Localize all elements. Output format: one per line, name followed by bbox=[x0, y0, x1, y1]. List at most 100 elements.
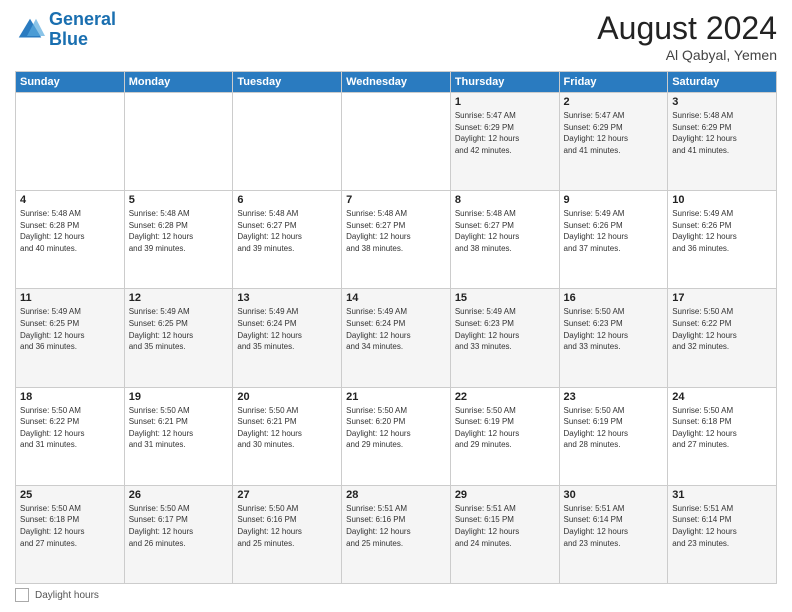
week-row-1: 4 Sunrise: 5:48 AM Sunset: 6:28 PM Daylig… bbox=[16, 191, 777, 289]
logo-line1: General bbox=[49, 9, 116, 29]
day-number: 8 bbox=[455, 194, 555, 206]
day-info: Sunrise: 5:50 AM Sunset: 6:22 PM Dayligh… bbox=[672, 306, 772, 352]
day-number: 11 bbox=[20, 292, 120, 304]
day-info: Sunrise: 5:51 AM Sunset: 6:14 PM Dayligh… bbox=[564, 503, 664, 549]
day-info: Sunrise: 5:49 AM Sunset: 6:26 PM Dayligh… bbox=[564, 208, 664, 254]
calendar-cell: 10Sunrise: 5:49 AM Sunset: 6:26 PM Dayli… bbox=[668, 191, 777, 289]
calendar-cell: 16 Sunrise: 5:50 AM Sunset: 6:23 PM Dayli… bbox=[559, 289, 668, 387]
calendar-cell: 6 Sunrise: 5:48 AM Sunset: 6:27 PM Daylig… bbox=[233, 191, 342, 289]
day-number: 9 bbox=[564, 194, 664, 206]
day-info: Sunrise: 5:47 AM Sunset: 6:29 PM Dayligh… bbox=[564, 110, 664, 156]
calendar-cell: 7Sunrise: 5:48 AM Sunset: 6:27 PM Daylig… bbox=[342, 191, 451, 289]
week-row-3: 18 Sunrise: 5:50 AM Sunset: 6:22 PM Dayli… bbox=[16, 387, 777, 485]
weekday-header-thursday: Thursday bbox=[450, 72, 559, 93]
calendar-cell: 9 Sunrise: 5:49 AM Sunset: 6:26 PM Daylig… bbox=[559, 191, 668, 289]
day-info: Sunrise: 5:50 AM Sunset: 6:22 PM Dayligh… bbox=[20, 405, 120, 451]
calendar-cell: 18 Sunrise: 5:50 AM Sunset: 6:22 PM Dayli… bbox=[16, 387, 125, 485]
day-info: Sunrise: 5:49 AM Sunset: 6:24 PM Dayligh… bbox=[237, 306, 337, 352]
location: Al Qabyal, Yemen bbox=[597, 47, 777, 63]
weekday-header-friday: Friday bbox=[559, 72, 668, 93]
footer: Daylight hours bbox=[15, 588, 777, 602]
month-title: August 2024 bbox=[597, 10, 777, 47]
calendar-cell: 25 Sunrise: 5:50 AM Sunset: 6:18 PM Dayli… bbox=[16, 485, 125, 583]
day-number: 4 bbox=[20, 194, 120, 206]
day-number: 14 bbox=[346, 292, 446, 304]
day-info: Sunrise: 5:50 AM Sunset: 6:18 PM Dayligh… bbox=[672, 405, 772, 451]
day-info: Sunrise: 5:50 AM Sunset: 6:20 PM Dayligh… bbox=[346, 405, 446, 451]
week-row-4: 25 Sunrise: 5:50 AM Sunset: 6:18 PM Dayli… bbox=[16, 485, 777, 583]
day-number: 10 bbox=[672, 194, 772, 206]
calendar-cell: 8 Sunrise: 5:48 AM Sunset: 6:27 PM Daylig… bbox=[450, 191, 559, 289]
calendar-cell: 15 Sunrise: 5:49 AM Sunset: 6:23 PM Dayli… bbox=[450, 289, 559, 387]
weekday-header-monday: Monday bbox=[124, 72, 233, 93]
day-number: 15 bbox=[455, 292, 555, 304]
calendar-cell: 4 Sunrise: 5:48 AM Sunset: 6:28 PM Daylig… bbox=[16, 191, 125, 289]
calendar-header: SundayMondayTuesdayWednesdayThursdayFrid… bbox=[16, 72, 777, 93]
day-number: 26 bbox=[129, 489, 229, 501]
calendar-cell: 13 Sunrise: 5:49 AM Sunset: 6:24 PM Dayli… bbox=[233, 289, 342, 387]
day-info: Sunrise: 5:48 AM Sunset: 6:28 PM Dayligh… bbox=[20, 208, 120, 254]
week-row-0: 1Sunrise: 5:47 AM Sunset: 6:29 PM Daylig… bbox=[16, 93, 777, 191]
week-row-2: 11 Sunrise: 5:49 AM Sunset: 6:25 PM Dayli… bbox=[16, 289, 777, 387]
day-number: 20 bbox=[237, 391, 337, 403]
day-info: Sunrise: 5:50 AM Sunset: 6:16 PM Dayligh… bbox=[237, 503, 337, 549]
calendar-cell: 24Sunrise: 5:50 AM Sunset: 6:18 PM Dayli… bbox=[668, 387, 777, 485]
day-number: 5 bbox=[129, 194, 229, 206]
calendar-cell: 23Sunrise: 5:50 AM Sunset: 6:19 PM Dayli… bbox=[559, 387, 668, 485]
day-info: Sunrise: 5:49 AM Sunset: 6:25 PM Dayligh… bbox=[129, 306, 229, 352]
calendar-cell: 5 Sunrise: 5:48 AM Sunset: 6:28 PM Daylig… bbox=[124, 191, 233, 289]
calendar-cell: 26 Sunrise: 5:50 AM Sunset: 6:17 PM Dayli… bbox=[124, 485, 233, 583]
logo-text: General Blue bbox=[49, 10, 116, 50]
day-number: 12 bbox=[129, 292, 229, 304]
daylight-box bbox=[15, 588, 29, 602]
calendar-cell: 1Sunrise: 5:47 AM Sunset: 6:29 PM Daylig… bbox=[450, 93, 559, 191]
day-number: 28 bbox=[346, 489, 446, 501]
calendar-cell: 3 Sunrise: 5:48 AM Sunset: 6:29 PM Daylig… bbox=[668, 93, 777, 191]
weekday-header-saturday: Saturday bbox=[668, 72, 777, 93]
day-info: Sunrise: 5:49 AM Sunset: 6:25 PM Dayligh… bbox=[20, 306, 120, 352]
day-number: 18 bbox=[20, 391, 120, 403]
day-info: Sunrise: 5:48 AM Sunset: 6:27 PM Dayligh… bbox=[237, 208, 337, 254]
calendar-cell: 17Sunrise: 5:50 AM Sunset: 6:22 PM Dayli… bbox=[668, 289, 777, 387]
day-info: Sunrise: 5:50 AM Sunset: 6:17 PM Dayligh… bbox=[129, 503, 229, 549]
day-number: 13 bbox=[237, 292, 337, 304]
day-number: 6 bbox=[237, 194, 337, 206]
calendar-cell: 31 Sunrise: 5:51 AM Sunset: 6:14 PM Dayli… bbox=[668, 485, 777, 583]
day-info: Sunrise: 5:51 AM Sunset: 6:15 PM Dayligh… bbox=[455, 503, 555, 549]
calendar-cell: 30 Sunrise: 5:51 AM Sunset: 6:14 PM Dayli… bbox=[559, 485, 668, 583]
calendar-cell: 14 Sunrise: 5:49 AM Sunset: 6:24 PM Dayli… bbox=[342, 289, 451, 387]
day-info: Sunrise: 5:48 AM Sunset: 6:29 PM Dayligh… bbox=[672, 110, 772, 156]
day-info: Sunrise: 5:48 AM Sunset: 6:27 PM Dayligh… bbox=[455, 208, 555, 254]
day-info: Sunrise: 5:51 AM Sunset: 6:16 PM Dayligh… bbox=[346, 503, 446, 549]
calendar-cell: 27Sunrise: 5:50 AM Sunset: 6:16 PM Dayli… bbox=[233, 485, 342, 583]
day-info: Sunrise: 5:51 AM Sunset: 6:14 PM Dayligh… bbox=[672, 503, 772, 549]
day-number: 16 bbox=[564, 292, 664, 304]
calendar-cell: 29Sunrise: 5:51 AM Sunset: 6:15 PM Dayli… bbox=[450, 485, 559, 583]
logo-line2: Blue bbox=[49, 29, 88, 49]
day-number: 3 bbox=[672, 96, 772, 108]
day-number: 31 bbox=[672, 489, 772, 501]
calendar-body: 1Sunrise: 5:47 AM Sunset: 6:29 PM Daylig… bbox=[16, 93, 777, 584]
weekday-header-tuesday: Tuesday bbox=[233, 72, 342, 93]
day-info: Sunrise: 5:49 AM Sunset: 6:24 PM Dayligh… bbox=[346, 306, 446, 352]
calendar-cell: 20 Sunrise: 5:50 AM Sunset: 6:21 PM Dayli… bbox=[233, 387, 342, 485]
daylight-label: Daylight hours bbox=[35, 590, 99, 601]
day-info: Sunrise: 5:48 AM Sunset: 6:28 PM Dayligh… bbox=[129, 208, 229, 254]
day-number: 22 bbox=[455, 391, 555, 403]
day-number: 25 bbox=[20, 489, 120, 501]
day-info: Sunrise: 5:47 AM Sunset: 6:29 PM Dayligh… bbox=[455, 110, 555, 156]
calendar-cell: 12 Sunrise: 5:49 AM Sunset: 6:25 PM Dayli… bbox=[124, 289, 233, 387]
day-info: Sunrise: 5:50 AM Sunset: 6:23 PM Dayligh… bbox=[564, 306, 664, 352]
logo-icon bbox=[15, 15, 45, 45]
day-info: Sunrise: 5:49 AM Sunset: 6:23 PM Dayligh… bbox=[455, 306, 555, 352]
calendar-cell bbox=[124, 93, 233, 191]
calendar-cell: 19Sunrise: 5:50 AM Sunset: 6:21 PM Dayli… bbox=[124, 387, 233, 485]
day-info: Sunrise: 5:50 AM Sunset: 6:18 PM Dayligh… bbox=[20, 503, 120, 549]
day-number: 30 bbox=[564, 489, 664, 501]
calendar-cell: 28 Sunrise: 5:51 AM Sunset: 6:16 PM Dayli… bbox=[342, 485, 451, 583]
calendar-cell: 11 Sunrise: 5:49 AM Sunset: 6:25 PM Dayli… bbox=[16, 289, 125, 387]
day-info: Sunrise: 5:50 AM Sunset: 6:21 PM Dayligh… bbox=[129, 405, 229, 451]
day-info: Sunrise: 5:50 AM Sunset: 6:21 PM Dayligh… bbox=[237, 405, 337, 451]
day-number: 7 bbox=[346, 194, 446, 206]
calendar-cell bbox=[233, 93, 342, 191]
